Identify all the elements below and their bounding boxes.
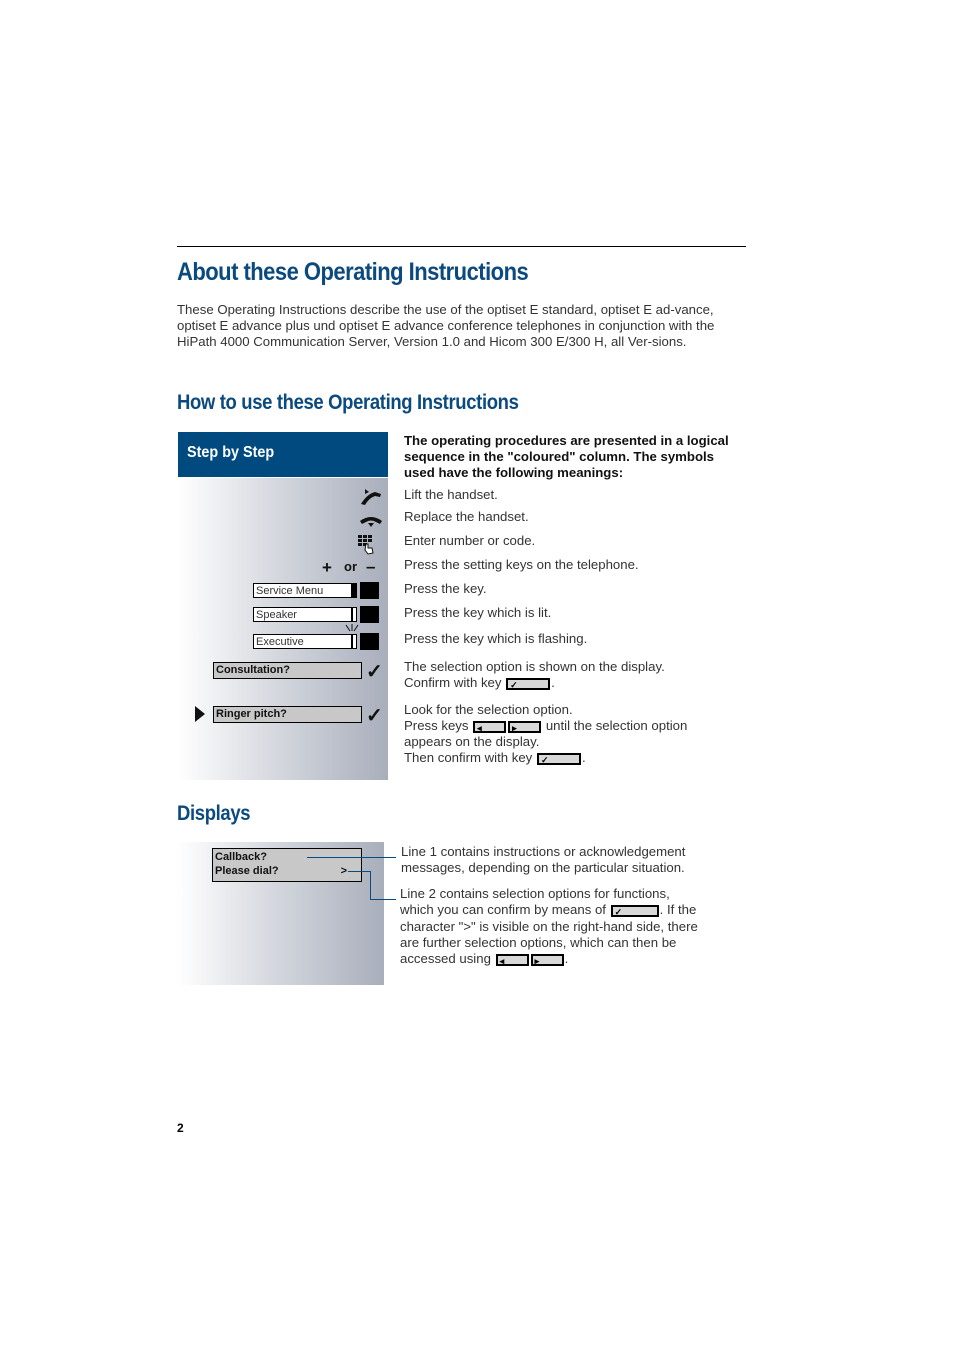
speaker-key (360, 606, 379, 623)
key-led-on (351, 584, 356, 597)
period: . (551, 675, 555, 690)
row-text: Press the key which is lit. (404, 605, 552, 620)
accessed-text: accessed using (400, 951, 491, 966)
row-text: Press the key. (404, 581, 487, 596)
step-by-step-header: Step by Step (178, 432, 388, 477)
confirm-text: which you can confirm by means of (400, 902, 606, 917)
confirm-text: Confirm with key (404, 675, 502, 690)
check-glyph: ✓ (614, 906, 623, 917)
key-label-text: Executive (256, 636, 304, 648)
key-label-text: Service Menu (256, 585, 324, 597)
display-line-2-text: Please dial? (215, 865, 279, 877)
until-text: until the selection option (545, 718, 688, 733)
plus-key-icon: + (322, 558, 332, 577)
howto-lead: The operating procedures are presented i… (404, 433, 729, 480)
key-led-flashing (351, 635, 353, 648)
leader-line-1 (307, 857, 396, 858)
check-icon: ✓ (366, 661, 383, 683)
page-number: 2 (177, 1121, 184, 1135)
service-menu-key-label: Service Menu (253, 583, 357, 598)
line2-desc-d: character ">" is visible on the right-ha… (400, 919, 698, 934)
row-text-line2: Confirm with key ✓. (404, 675, 555, 691)
check-glyph: ✓ (510, 679, 518, 690)
more-indicator: > (340, 865, 347, 877)
display-option: Consultation? (213, 662, 362, 679)
right-key-icon: ▸ (530, 953, 564, 966)
page-title: About these Operating Instructions (177, 258, 529, 286)
check-icon: ✓ (366, 705, 383, 727)
flashing-indicator-icon (345, 624, 359, 632)
left-glyph: ◂ (499, 955, 505, 966)
leader-line-2b (370, 871, 371, 900)
displays-heading: Displays (177, 802, 251, 825)
step-by-step-label: Step by Step (187, 444, 275, 461)
ok-key-icon: ✓ (610, 904, 659, 917)
minus-key-icon: – (366, 557, 376, 576)
display-line-2: Please dial? > (215, 864, 361, 878)
speaker-key-label: Speaker (253, 607, 357, 622)
press-keys-text: Press keys (404, 718, 469, 733)
confirm-text: Then confirm with key (404, 750, 533, 765)
row-text-line3: appears on the display. (404, 734, 540, 749)
line2-desc-a: Line 2 contains selection options for fu… (400, 886, 670, 901)
leader-line-2c (370, 899, 396, 900)
display-option: Ringer pitch? (213, 706, 362, 723)
period: . (564, 951, 569, 966)
or-label: or (344, 559, 357, 574)
row-text: Press the key which is flashing. (404, 631, 588, 646)
if-text: . If the (659, 902, 697, 917)
line2-desc-b: which you can confirm by means of ✓ . If … (400, 902, 696, 918)
executive-key-label: Executive (253, 634, 357, 649)
intro-paragraph: These Operating Instructions describe th… (177, 302, 715, 349)
key-label-text: Speaker (256, 609, 297, 621)
row-text: Replace the handset. (404, 509, 529, 524)
check-glyph: ✓ (540, 754, 549, 765)
row-text: Lift the handset. (404, 487, 498, 502)
row-text-line4: Then confirm with key ✓. (404, 750, 586, 766)
howto-heading: How to use these Operating Instructions (177, 391, 519, 414)
keypad-icon (358, 535, 374, 555)
key-led-lit (351, 608, 353, 621)
top-rule (177, 246, 746, 247)
period: . (581, 750, 586, 765)
left-key-icon: ◂ (495, 953, 529, 966)
line2-desc-f: accessed using ◂ ▸. (400, 951, 568, 967)
line1-description: Line 1 contains instructions or acknowle… (401, 844, 686, 875)
ok-key-icon: ✓ (506, 677, 551, 690)
executive-key (360, 633, 379, 650)
leader-line-2a (348, 871, 370, 872)
row-text-line2: Press keys ◂ ▸ until the selection option (404, 718, 687, 734)
line2-desc-e: are further selection options, which can… (400, 935, 677, 950)
display-example: Callback? Please dial? > (212, 848, 362, 882)
right-glyph: ▸ (534, 955, 540, 966)
row-text: Look for the selection option. (404, 702, 573, 717)
row-text: Press the setting keys on the telephone. (404, 557, 639, 572)
right-key-icon: ▸ (508, 720, 542, 733)
arrow-right-icon (195, 706, 205, 722)
replace-handset-icon (360, 517, 382, 527)
service-menu-key (360, 582, 379, 599)
lift-handset-icon (361, 489, 381, 505)
row-text: Enter number or code. (404, 533, 536, 548)
row-text: The selection option is shown on the dis… (404, 659, 665, 674)
ok-key-icon: ✓ (536, 752, 581, 765)
left-key-icon: ◂ (473, 720, 507, 733)
